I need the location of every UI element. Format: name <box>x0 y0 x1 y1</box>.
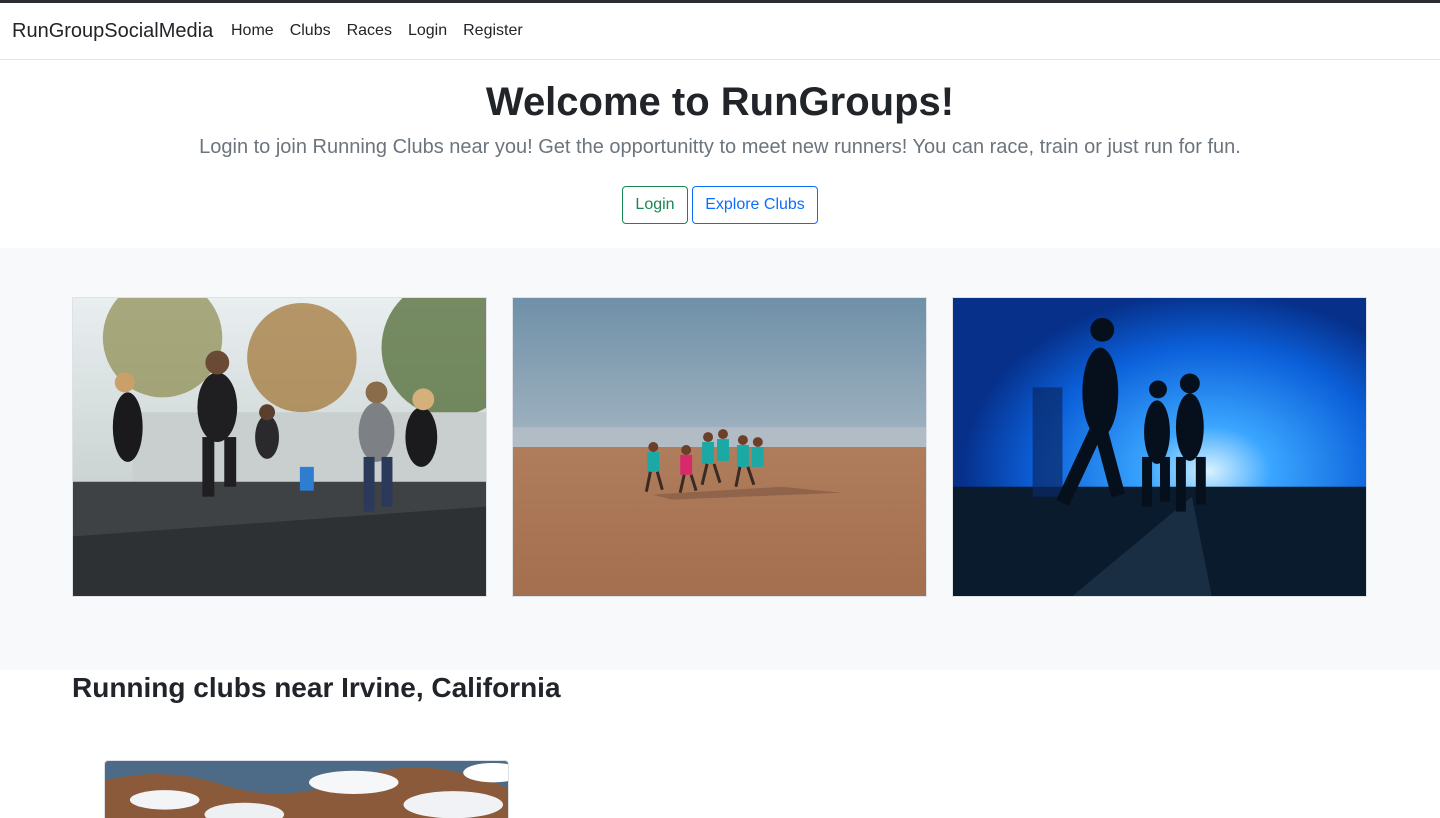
photo-gallery <box>0 248 1440 670</box>
hero-buttons: Login Explore Clubs <box>0 186 1440 224</box>
hero-title: Welcome to RunGroups! <box>485 80 955 124</box>
nav-links: Home Clubs Races Login Register <box>231 22 539 40</box>
night-running-photo <box>952 297 1367 597</box>
club-card[interactable] <box>104 760 509 818</box>
mountain-landscape-photo <box>105 761 508 818</box>
nav-login-link[interactable]: Login <box>408 22 447 40</box>
nav-home-link[interactable]: Home <box>231 22 274 40</box>
hero-section: Welcome to RunGroups! Login to join Runn… <box>0 60 1440 248</box>
nav-clubs-link[interactable]: Clubs <box>290 22 331 40</box>
brand-link[interactable]: RunGroupSocialMedia <box>12 20 213 43</box>
nav-register-link[interactable]: Register <box>463 22 523 40</box>
group-running-photo <box>72 297 487 597</box>
login-button[interactable]: Login <box>622 186 688 224</box>
nav-races-link[interactable]: Races <box>347 22 392 40</box>
navbar: RunGroupSocialMedia Home Clubs Races Log… <box>0 3 1440 60</box>
clubs-section-heading: Running clubs near Irvine, California <box>72 672 561 703</box>
hero-subtitle: Login to join Running Clubs near you! Ge… <box>199 136 1241 158</box>
beach-running-photo <box>512 297 927 597</box>
explore-clubs-button[interactable]: Explore Clubs <box>692 186 818 224</box>
